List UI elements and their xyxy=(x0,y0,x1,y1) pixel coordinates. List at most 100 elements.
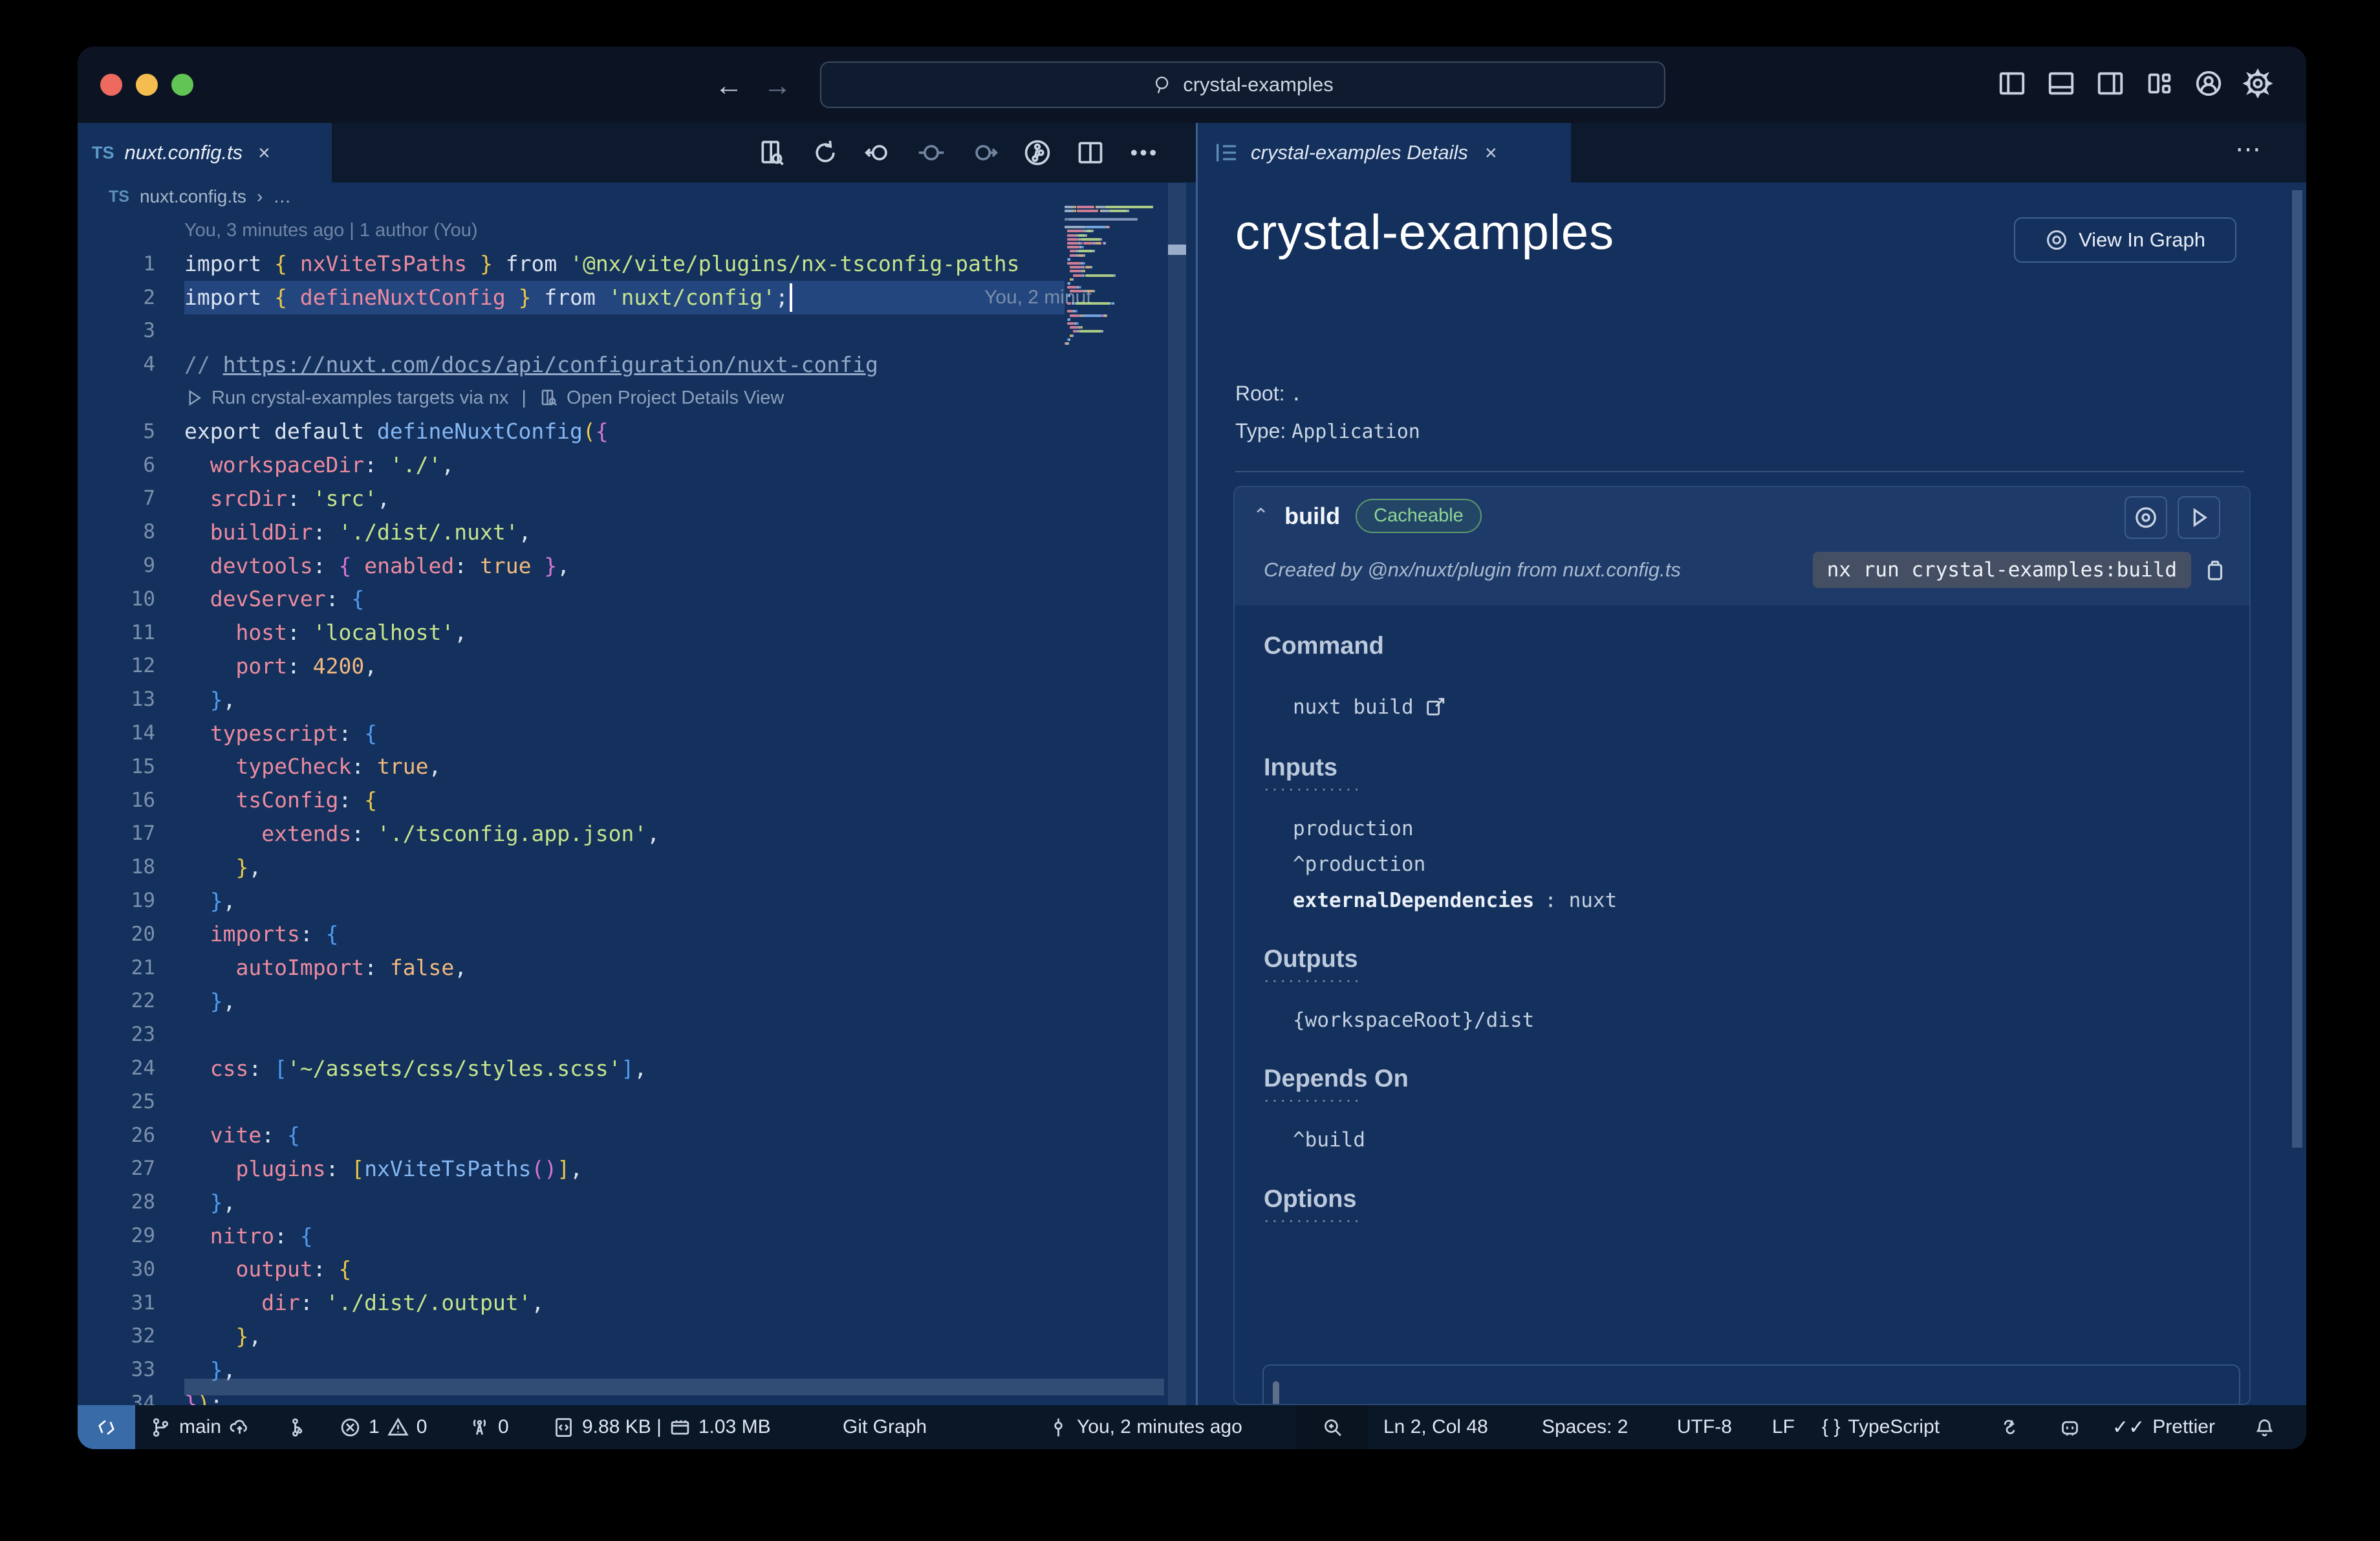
warning-icon xyxy=(387,1417,409,1436)
file-size-status[interactable]: 9.88 KB | 1.03 MB xyxy=(553,1405,771,1449)
account-icon[interactable] xyxy=(2194,69,2223,98)
run-target-button[interactable] xyxy=(2178,496,2220,539)
command-center-search[interactable]: crystal-examples xyxy=(820,61,1665,108)
extension-sync-status[interactable] xyxy=(2000,1405,2021,1449)
project-details-panel: crystal-examples Details × ⋯ crystal-exa… xyxy=(1198,123,2306,1405)
options-json-editor[interactable]: { "cwd": "."} xyxy=(1262,1364,2240,1404)
publish-cloud-icon xyxy=(230,1419,247,1434)
run-back-icon[interactable] xyxy=(864,138,892,167)
git-branch-status[interactable]: main xyxy=(150,1405,250,1449)
formatter-status[interactable]: ✓✓ Prettier xyxy=(2112,1405,2215,1449)
formatter-label: Prettier xyxy=(2152,1416,2215,1437)
ports-count: 0 xyxy=(498,1416,509,1437)
navigate-forward-button[interactable]: → xyxy=(763,70,792,102)
source-control-graph-status[interactable] xyxy=(285,1405,306,1449)
code-line: 30 output: { xyxy=(131,1256,352,1282)
split-editor-icon[interactable] xyxy=(1076,138,1105,167)
encoding: UTF-8 xyxy=(1677,1416,1732,1437)
codelens-open-details[interactable]: Open Project Details View xyxy=(567,388,784,409)
minimap[interactable] xyxy=(1065,202,1164,355)
view-in-graph-button[interactable]: View In Graph xyxy=(2014,217,2236,263)
project-title: crystal-examples xyxy=(1235,205,1615,260)
codelens-run-targets[interactable]: Run crystal-examples targets via nx xyxy=(211,388,508,409)
copilot-icon xyxy=(2062,1421,2078,1436)
navigate-back-button[interactable]: ← xyxy=(715,70,743,102)
git-graph-status[interactable]: Git Graph xyxy=(843,1405,927,1449)
customize-layout-icon[interactable] xyxy=(2145,69,2174,98)
view-target-graph-button[interactable] xyxy=(2125,496,2167,539)
code-editor[interactable]: You, 3 minutes ago | 1 author (You) 1 impo… xyxy=(78,213,1196,1406)
editor-horizontal-scrollbar[interactable] xyxy=(184,1379,1164,1395)
code-line: 15 typeCheck: true, xyxy=(131,754,442,780)
section-item: production xyxy=(1293,817,1414,840)
view-in-graph-label: View In Graph xyxy=(2079,228,2205,251)
run-current-icon[interactable] xyxy=(917,138,946,167)
run-forward-icon[interactable] xyxy=(970,138,999,167)
ports-status[interactable]: 0 xyxy=(469,1405,509,1449)
code-line: 5 export default defineNuxtConfig({ xyxy=(143,419,609,444)
code-line: 11 host: 'localhost', xyxy=(131,620,468,646)
maximize-window-button[interactable] xyxy=(171,74,193,96)
section-heading-options: Options xyxy=(1264,1185,1357,1213)
panel-tab-close-icon[interactable]: × xyxy=(1485,141,1497,165)
git-graph-view-icon[interactable] xyxy=(1023,138,1052,167)
code-line: 31 dir: './dist/.output', xyxy=(131,1290,545,1316)
branch-name: main xyxy=(179,1416,222,1437)
language-status[interactable]: { } TypeScript xyxy=(1822,1405,1940,1449)
target-build-card: ⌃ build Cacheable Created by @nx/nuxt/pl… xyxy=(1233,486,2251,1405)
breadcrumb-file[interactable]: nuxt.config.ts xyxy=(140,186,246,207)
copilot-status[interactable] xyxy=(2059,1405,2081,1449)
panel-scrollbar[interactable] xyxy=(2292,190,2302,1148)
section-heading-outputs: Outputs xyxy=(1264,945,1358,973)
notifications-status[interactable] xyxy=(2254,1405,2275,1449)
zoom-in-icon xyxy=(1324,1419,1341,1436)
tab-project-details[interactable]: crystal-examples Details × xyxy=(1198,123,1571,182)
language-label: TypeScript xyxy=(1848,1416,1940,1437)
close-window-button[interactable] xyxy=(100,74,122,96)
cursor-position-status[interactable]: Ln 2, Col 48 xyxy=(1383,1405,1488,1449)
vscode-window: ← → crystal-examples TS nuxt.config.ts × xyxy=(78,47,2306,1449)
blame-annotation: You, 3 minutes ago | 1 author (You) xyxy=(184,219,478,241)
breadcrumb-more[interactable]: … xyxy=(273,186,291,207)
encoding-status[interactable]: UTF-8 xyxy=(1677,1405,1732,1449)
editor-vertical-scrollbar[interactable] xyxy=(1168,183,1186,1405)
problems-status[interactable]: 1 0 xyxy=(340,1405,427,1449)
code-line: 12 port: 4200, xyxy=(131,653,378,679)
code-line: 9 devtools: { enabled: true }, xyxy=(143,552,570,578)
text-cursor xyxy=(789,283,792,312)
code-line: 32 }, xyxy=(131,1323,262,1349)
zoom-status[interactable] xyxy=(1297,1405,1368,1449)
eol-status[interactable]: LF xyxy=(1772,1405,1795,1449)
blame-status[interactable]: You, 2 minutes ago xyxy=(1048,1405,1242,1449)
code-line: 23 xyxy=(131,1023,155,1047)
indentation: Spaces: 2 xyxy=(1542,1416,1628,1437)
target-name: build xyxy=(1284,502,1341,529)
open-changes-icon[interactable] xyxy=(758,138,786,167)
error-icon xyxy=(341,1418,360,1436)
collapse-chevron-icon[interactable]: ⌃ xyxy=(1253,505,1269,527)
code-line: 24 css: ['~/assets/css/styles.scss'], xyxy=(131,1055,647,1081)
code-line: 10 devServer: { xyxy=(131,586,365,612)
section-item[interactable]: nuxt build xyxy=(1293,695,1446,719)
settings-gear-icon[interactable] xyxy=(2243,69,2273,98)
toggle-primary-sidebar-icon[interactable] xyxy=(1997,69,2027,98)
tab-nuxt-config[interactable]: TS nuxt.config.ts × xyxy=(78,123,332,182)
toggle-panel-icon[interactable] xyxy=(2046,69,2076,98)
minimize-window-button[interactable] xyxy=(136,74,158,96)
codelens-row[interactable]: Run crystal-examples targets via nx | Op… xyxy=(78,381,1196,415)
panel-more-actions-icon[interactable]: ⋯ xyxy=(2235,135,2261,164)
copy-icon[interactable] xyxy=(2203,558,2227,582)
breadcrumb[interactable]: TS nuxt.config.ts › … xyxy=(109,186,291,207)
toggle-secondary-sidebar-icon[interactable] xyxy=(2095,69,2125,98)
code-line: 22 }, xyxy=(131,988,236,1014)
remote-indicator[interactable] xyxy=(78,1405,135,1449)
json-scroll-pill xyxy=(1273,1381,1279,1404)
indentation-status[interactable]: Spaces: 2 xyxy=(1542,1405,1628,1449)
code-line: 13 }, xyxy=(131,686,236,712)
refresh-icon[interactable] xyxy=(811,138,839,167)
dotted-underline: ············ xyxy=(1264,970,1362,990)
more-actions-icon[interactable] xyxy=(1129,138,1158,167)
code-line: 4// https://nuxt.com/docs/api/configurat… xyxy=(143,351,878,377)
run-command-chip[interactable]: nx run crystal-examples:build xyxy=(1812,552,2191,588)
tab-close-icon[interactable]: × xyxy=(258,141,270,165)
